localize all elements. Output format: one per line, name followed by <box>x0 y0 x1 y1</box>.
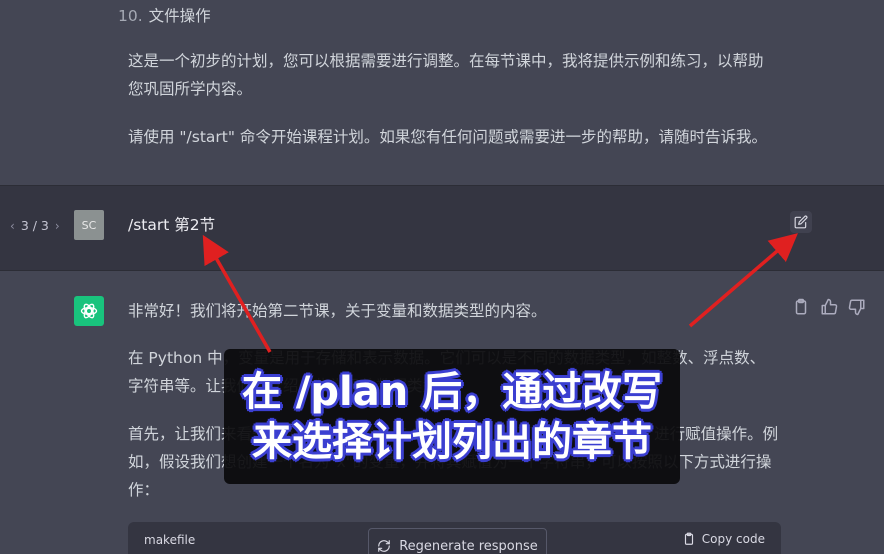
previous-assistant-response: 10. 文件操作 这是一个初步的计划，您可以根据需要进行调整。在每节课中，我将提供… <box>0 0 884 185</box>
list-item: 10. 文件操作 <box>118 4 211 26</box>
response-paragraph: 这是一个初步的计划，您可以根据需要进行调整。在每节课中，我将提供示例和练习，以帮… <box>128 52 764 98</box>
list-item-text: 文件操作 <box>148 7 211 25</box>
clipboard-icon[interactable] <box>792 298 810 316</box>
tutorial-caption-overlay: 在 /plan 后，通过改写 来选择计划列出的章节 <box>224 349 680 484</box>
response-paragraph: 请使用 "/start" 命令开始课程计划。如果您有任何问题或需要进一步的帮助，… <box>128 128 767 146</box>
regenerate-label: Regenerate response <box>399 538 538 554</box>
refresh-icon <box>378 540 391 552</box>
chevron-right-icon[interactable]: › <box>55 219 60 233</box>
code-language: makefile <box>144 533 196 547</box>
user-avatar: SC <box>74 210 104 240</box>
caption-line: 在 /plan 后，通过改写 <box>241 368 663 415</box>
list-number: 10. <box>118 7 143 25</box>
copy-code-button[interactable]: Copy code <box>682 532 765 546</box>
thumbs-down-icon[interactable] <box>848 298 866 316</box>
regenerate-response-button[interactable]: Regenerate response <box>368 528 547 554</box>
caption-line: 来选择计划列出的章节 <box>252 418 652 465</box>
user-message-row: ‹ 3 / 3 › SC /start 第2节 <box>0 185 884 271</box>
pager-count: 3 / 3 <box>20 218 49 233</box>
chatgpt-logo-icon <box>74 296 104 326</box>
assistant-paragraph: 非常好！我们将开始第二节课，关于变量和数据类型的内容。 <box>128 302 547 320</box>
user-message-text: /start 第2节 <box>128 216 216 234</box>
edit-icon <box>794 215 808 229</box>
edit-message-button[interactable] <box>790 211 812 233</box>
chevron-left-icon[interactable]: ‹ <box>10 219 15 233</box>
copy-code-label: Copy code <box>701 532 765 546</box>
clipboard-icon <box>684 532 693 545</box>
response-pager: ‹ 3 / 3 › <box>10 218 60 233</box>
thumbs-up-icon[interactable] <box>820 298 838 316</box>
